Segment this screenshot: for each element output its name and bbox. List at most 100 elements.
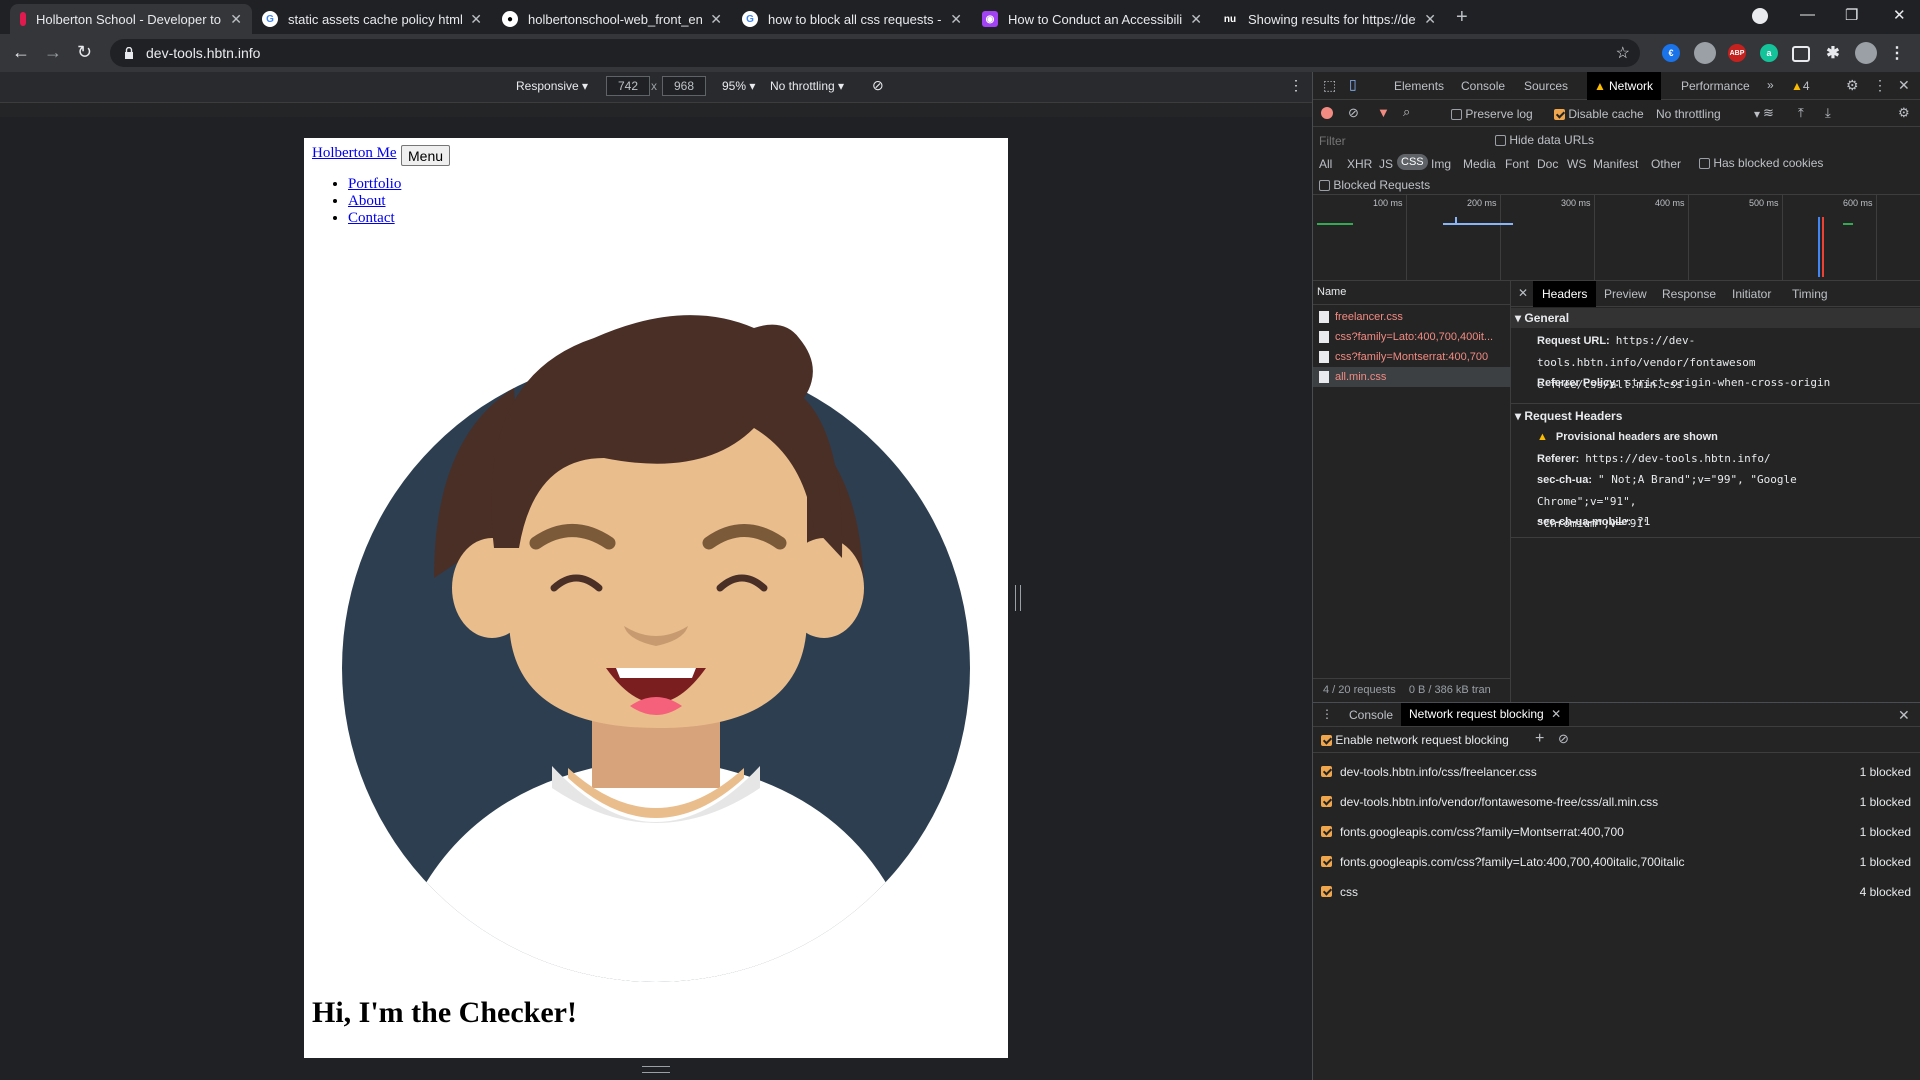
avatar[interactable] (1855, 42, 1877, 64)
tab-performance[interactable]: Performance (1673, 72, 1758, 100)
general-section-header[interactable]: ▾ General (1511, 308, 1920, 328)
tab-headers[interactable]: Headers (1533, 281, 1597, 307)
close-tab-icon[interactable]: ✕ (470, 11, 482, 28)
euro-extension-icon[interactable]: € (1662, 44, 1680, 62)
browser-tab-nu-validator[interactable]: nu Showing results for https://dev-t ✕ (1212, 4, 1446, 34)
maximize-icon[interactable]: ❐ (1845, 6, 1858, 24)
close-tab-icon[interactable]: ✕ (1190, 11, 1202, 28)
filter-type-other[interactable]: Other (1651, 157, 1681, 171)
export-har-icon[interactable]: ⤓ (1825, 105, 1831, 121)
has-blocked-cookies-checkbox[interactable]: Has blocked cookies (1699, 156, 1823, 170)
tab-search-icon[interactable] (1752, 8, 1768, 24)
grammarly-icon[interactable]: a (1760, 44, 1778, 62)
pattern-checkbox[interactable] (1321, 856, 1332, 867)
filter-type-doc[interactable]: Doc (1537, 157, 1558, 171)
viewport-resize-handle-right[interactable] (1015, 585, 1021, 611)
close-drawer-icon[interactable]: ✕ (1898, 707, 1910, 724)
close-drawer-tab-icon[interactable]: ✕ (1551, 707, 1561, 721)
pattern-checkbox[interactable] (1321, 826, 1332, 837)
media-icon[interactable] (1792, 46, 1810, 62)
warning-counter[interactable]: ▲4 (1791, 79, 1810, 93)
settings-gear-icon[interactable]: ⚙ (1846, 77, 1859, 94)
tab-preview[interactable]: Preview (1595, 281, 1656, 307)
enable-blocking-checkbox[interactable]: Enable network request blocking (1321, 733, 1509, 747)
blocking-pattern-row[interactable]: dev-tools.hbtn.info/css/freelancer.css 1… (1313, 757, 1920, 787)
tab-response[interactable]: Response (1653, 281, 1725, 307)
add-pattern-icon[interactable]: + (1535, 730, 1544, 748)
filter-type-manifest[interactable]: Manifest (1593, 157, 1638, 171)
nav-link-about[interactable]: About (348, 193, 386, 209)
throttle-select[interactable]: No throttling ▾ (770, 79, 844, 93)
close-tab-icon[interactable]: ✕ (1424, 11, 1436, 28)
drawer-tab-request-blocking[interactable]: Network request blocking ✕ (1401, 703, 1570, 726)
clear-icon[interactable]: ⊘ (1348, 105, 1359, 121)
close-tab-icon[interactable]: ✕ (230, 11, 242, 28)
devtools-menu-icon[interactable]: ⋮ (1873, 77, 1887, 94)
nav-link-portfolio[interactable]: Portfolio (348, 176, 401, 192)
blocked-requests-checkbox[interactable]: Blocked Requests (1319, 178, 1430, 192)
filter-type-img[interactable]: Img (1431, 157, 1451, 171)
profile-extension-icon[interactable] (1694, 42, 1716, 64)
request-row[interactable]: freelancer.css (1313, 307, 1511, 327)
browser-tab-google-cache[interactable]: G static assets cache policy html - ( ✕ (252, 4, 492, 34)
import-har-icon[interactable]: ⤒ (1798, 105, 1804, 121)
name-column-header[interactable]: Name (1317, 286, 1346, 298)
filter-icon[interactable]: ▼ (1377, 105, 1390, 120)
viewport-width-input[interactable]: 742 (606, 76, 650, 96)
puzzle-extensions-icon[interactable]: ✱ (1824, 44, 1842, 62)
network-filter-input[interactable] (1317, 130, 1491, 152)
rotate-icon[interactable]: ⊘ (872, 77, 884, 94)
blocking-pattern-row[interactable]: css 4 blocked (1313, 877, 1920, 907)
remove-all-patterns-icon[interactable]: ⊘ (1558, 731, 1569, 747)
request-row[interactable]: css?family=Lato:400,700,400it... (1313, 327, 1511, 347)
close-tab-icon[interactable]: ✕ (710, 11, 722, 28)
browser-tab-google-css[interactable]: G how to block all css requests - G ✕ (732, 4, 972, 34)
blocking-pattern-row[interactable]: fonts.googleapis.com/css?family=Lato:400… (1313, 847, 1920, 877)
hide-data-urls-checkbox[interactable]: Hide data URLs (1495, 133, 1594, 147)
preserve-log-checkbox[interactable]: Preserve log (1451, 107, 1533, 121)
request-row-selected[interactable]: all.min.css (1313, 367, 1511, 387)
adblock-icon[interactable]: ABP (1728, 44, 1746, 62)
network-settings-icon[interactable]: ⚙ (1898, 105, 1910, 121)
tab-sources[interactable]: Sources (1516, 72, 1576, 100)
browser-tab-accessibility[interactable]: ◉ How to Conduct an Accessibility ✕ (972, 4, 1212, 34)
tab-network[interactable]: ▲ Network (1587, 72, 1662, 100)
device-toggle-icon[interactable]: ▯ (1349, 76, 1357, 93)
close-devtools-icon[interactable]: ✕ (1898, 77, 1910, 94)
filter-type-all[interactable]: All (1319, 157, 1332, 171)
viewport-resize-handle-bottom[interactable] (642, 1066, 670, 1073)
close-tab-icon[interactable]: ✕ (950, 11, 962, 28)
minimize-icon[interactable]: — (1800, 6, 1815, 23)
kebab-menu-icon[interactable]: ⋮ (1888, 44, 1906, 62)
address-bar[interactable]: dev-tools.hbtn.info ☆ (110, 39, 1640, 67)
browser-tab-holberton[interactable]: Holberton School - Developer to ✕ (10, 4, 252, 34)
tab-initiator[interactable]: Initiator (1723, 281, 1780, 307)
forward-icon[interactable]: → (44, 42, 62, 63)
pattern-checkbox[interactable] (1321, 796, 1332, 807)
zoom-select[interactable]: 95% ▾ (722, 79, 755, 93)
browser-tab-github[interactable]: ● holbertonschool-web_front_end/ ✕ (492, 4, 732, 34)
tab-console[interactable]: Console (1453, 72, 1513, 100)
filter-type-xhr[interactable]: XHR (1347, 157, 1372, 171)
drawer-menu-icon[interactable]: ⋮ (1321, 707, 1333, 721)
search-icon[interactable]: ⌕ (1403, 104, 1410, 120)
nav-link-contact[interactable]: Contact (348, 210, 395, 226)
close-details-icon[interactable]: ✕ (1518, 286, 1528, 300)
request-row[interactable]: css?family=Montserrat:400,700 (1313, 347, 1511, 367)
new-tab-button[interactable]: + (1456, 6, 1468, 29)
menu-button[interactable]: Menu (401, 145, 451, 166)
filter-type-ws[interactable]: WS (1567, 157, 1586, 171)
filter-type-media[interactable]: Media (1463, 157, 1496, 171)
close-window-icon[interactable]: ✕ (1893, 6, 1906, 24)
viewport-height-input[interactable]: 968 (662, 76, 706, 96)
drawer-tab-console[interactable]: Console (1349, 708, 1393, 722)
pattern-checkbox[interactable] (1321, 766, 1332, 777)
bookmark-star-icon[interactable]: ☆ (1616, 43, 1630, 63)
network-throttle-select[interactable]: No throttling ▾ (1656, 107, 1760, 121)
tab-elements[interactable]: Elements (1386, 72, 1452, 100)
network-conditions-icon[interactable]: ≋ (1763, 105, 1774, 121)
brand-link[interactable]: Holberton Me (312, 145, 397, 162)
pattern-checkbox[interactable] (1321, 886, 1332, 897)
filter-type-css[interactable]: CSS (1397, 154, 1428, 170)
filter-type-font[interactable]: Font (1505, 157, 1529, 171)
